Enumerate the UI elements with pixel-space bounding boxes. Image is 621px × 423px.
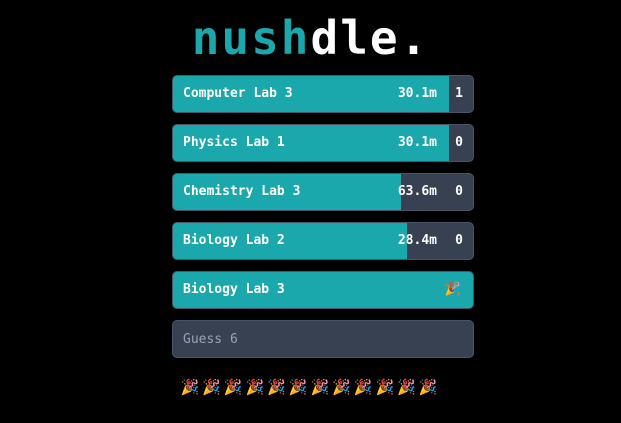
guess-name: Chemistry Lab 3 xyxy=(183,184,301,199)
answer-name: Biology Lab 3 xyxy=(183,282,285,297)
guess-count: 0 xyxy=(455,184,463,199)
guess-count: 0 xyxy=(455,233,463,248)
guess-name: Physics Lab 1 xyxy=(183,135,285,150)
guess-distance: 28.4m xyxy=(397,233,437,248)
guess-distance: 30.1m xyxy=(397,135,437,150)
guess-row: Chemistry Lab 3 63.6m 0 xyxy=(172,173,474,211)
guess-row: Biology Lab 2 28.4m 0 xyxy=(172,222,474,260)
answer-row: Biology Lab 3 🎉 xyxy=(172,271,474,309)
party-popper-icon: 🎉 xyxy=(444,282,461,297)
guess-name: Biology Lab 2 xyxy=(183,233,285,248)
guess-count: 0 xyxy=(455,135,463,150)
app-title: nushdle. xyxy=(0,10,621,66)
guess-input[interactable] xyxy=(172,320,474,358)
guess-row: Physics Lab 1 30.1m 0 xyxy=(172,124,474,162)
guess-distance: 63.6m xyxy=(397,184,437,199)
app-title-accent: nush xyxy=(191,11,311,65)
app-title-rest: dle. xyxy=(310,11,430,65)
guess-list: Computer Lab 3 30.1m 1 Physics Lab 1 30.… xyxy=(172,75,474,358)
guess-row: Computer Lab 3 30.1m 1 xyxy=(172,75,474,113)
share-result-emojis: 🎉🎉🎉🎉🎉🎉🎉🎉🎉🎉🎉🎉 xyxy=(180,378,441,396)
guess-distance: 30.1m xyxy=(397,86,437,101)
guess-count: 1 xyxy=(455,86,463,101)
guess-name: Computer Lab 3 xyxy=(183,86,293,101)
